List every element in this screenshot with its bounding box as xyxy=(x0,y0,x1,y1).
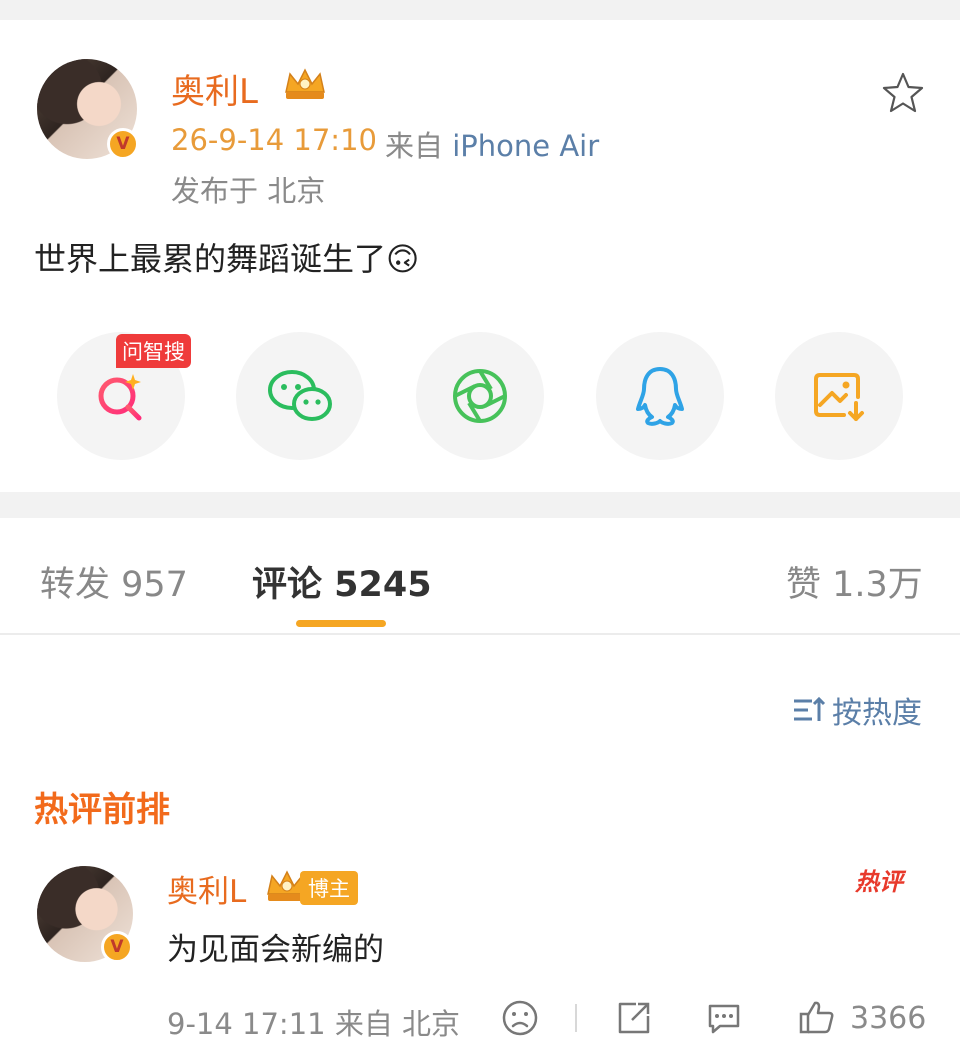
source-device[interactable]: iPhone Air xyxy=(452,129,599,163)
share-icon[interactable] xyxy=(614,998,654,1038)
wechat-icon xyxy=(268,370,332,421)
smart-search-icon xyxy=(98,374,142,421)
action-separator xyxy=(575,1004,577,1032)
comment-content: 为见面会新编的 xyxy=(167,932,384,968)
sort-by-hot-button[interactable]: 按热度 xyxy=(792,688,922,732)
dislike-face-icon[interactable] xyxy=(500,998,540,1038)
tab-comments[interactable]: 评论 5245 xyxy=(252,556,432,607)
moments-share-button[interactable] xyxy=(416,332,544,460)
author-name[interactable]: 奥利L xyxy=(171,64,258,113)
moments-aperture-icon xyxy=(453,369,507,423)
tab-likes[interactable]: 赞 1.3万 xyxy=(786,556,923,607)
save-image-icon xyxy=(814,373,864,421)
top-separator xyxy=(0,0,960,20)
crown-icon xyxy=(285,68,325,99)
save-image-button[interactable] xyxy=(775,332,903,460)
hot-comments-title: 热评前排 xyxy=(34,790,170,830)
active-tab-indicator xyxy=(296,620,386,627)
source-prefix: 来自 xyxy=(385,129,444,163)
tab-repost[interactable]: 转发 957 xyxy=(40,556,188,607)
post-content: 世界上最累的舞蹈诞生了🙃 xyxy=(34,240,420,278)
post-timestamp: 26-9-14 17:10 xyxy=(171,123,377,157)
tabs-divider xyxy=(0,633,960,635)
post-source: 来自 iPhone Air xyxy=(385,123,599,165)
commenter-name[interactable]: 奥利L xyxy=(167,866,246,911)
qq-penguin-icon xyxy=(636,367,684,426)
owner-badge: 博主 xyxy=(300,871,358,905)
qq-share-button[interactable] xyxy=(596,332,724,460)
hot-comment-badge: 热评 xyxy=(855,868,903,896)
verified-badge-icon: V xyxy=(107,128,139,160)
like-thumb-icon[interactable] xyxy=(797,998,837,1038)
comment-meta: 9-14 17:11 来自 北京 xyxy=(167,1007,461,1041)
section-separator xyxy=(0,492,960,518)
like-count: 3366 xyxy=(850,1001,927,1036)
favorite-star-icon[interactable] xyxy=(880,70,926,116)
wechat-share-button[interactable] xyxy=(236,332,364,460)
verified-badge-icon: V xyxy=(101,931,133,963)
smart-search-tag: 问智搜 xyxy=(116,334,191,368)
comment-icon[interactable] xyxy=(704,998,744,1038)
sort-icon xyxy=(794,696,826,721)
post-location: 发布于 北京 xyxy=(171,174,326,208)
sort-label: 按热度 xyxy=(832,696,922,731)
